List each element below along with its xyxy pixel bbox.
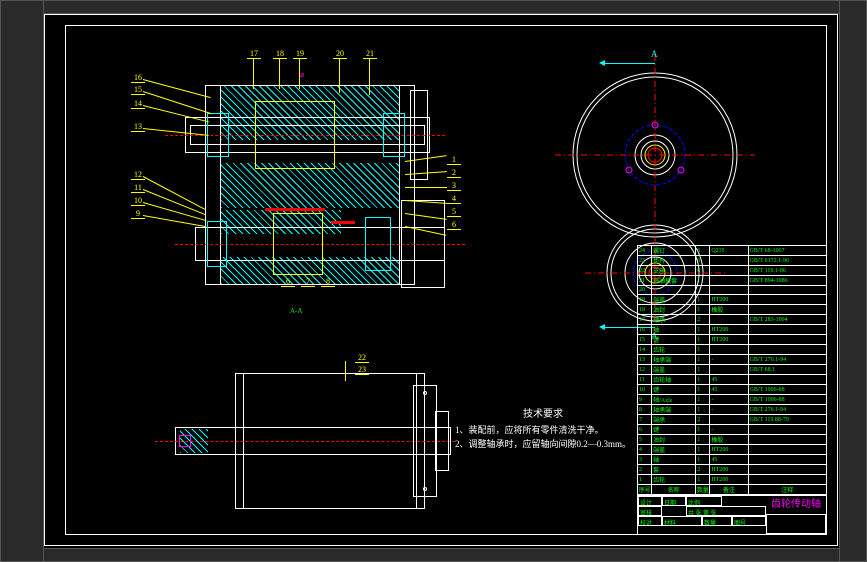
tech-req-line1: 1、装配前，应将所有零件清洗干净。 [455,424,631,438]
section-label-a-top: A [651,49,658,59]
bottom-view: 22 23 [145,355,445,525]
table-row: 7端承2GB/T 119.88-79 [638,415,827,425]
table-row: 24螺钉6Q235GB/T 68-1067 [638,246,827,256]
table-row: 9轴/Axle1-GB/T 1096-88 [638,395,827,405]
col-mat: 备注 [710,485,748,495]
table-row: 19端盖1HT200 [638,295,827,305]
table-row: 3轴145 [638,455,827,465]
dim-top: ⌀ [300,71,304,79]
drawing-title: 齿轮传动轴 [768,498,824,512]
parts-list-table: 24螺钉6Q235GB/T 68-106723垫片6GB/T 6172.1-96… [637,245,827,495]
col-no: 序号 [638,485,652,495]
table-row: 8轴承端1-GB/T 276.1-94 [638,405,827,415]
tech-req-title: 技术要求 [455,407,631,422]
view-label-main: A-A [290,307,302,315]
col-name: 名称 [652,485,696,495]
table-row: 20 [638,286,827,295]
col-qty: 数量 [696,485,710,495]
tech-req-line2: 2、调整轴承时，应留轴向间隙0.2—0.3mm。 [455,438,631,452]
table-row: 18油封1橡胶 [638,305,827,315]
table-row: 23垫片6GB/T 6172.1-96 [638,256,827,266]
table-row: 17轴承2GB/T 283-1994 [638,315,827,325]
table-row: 22支座6GB/T 119.1-86 [638,266,827,276]
table-row: 1齿轮1HT200 [638,475,827,485]
table-row: 11齿轮轴145 [638,375,827,385]
table-row: 2套2HT200 [638,465,827,475]
table-row: 21挡油板套1GB/T 894-1086 [638,276,827,286]
table-row: 14齿轮1 [638,345,827,355]
technical-requirements: 技术要求 1、装配前，应将所有零件清洗干净。 2、调整轴承时，应留轴向间隙0.2… [455,407,631,451]
table-row: 12端盖1GB/T 68.1 [638,365,827,375]
table-row: 5油封1橡胶 [638,435,827,445]
table-row: 16轴1HT200 [638,325,827,335]
table-row: 13轴承端1-GB/T 276.1-94 [638,355,827,365]
table-row: 10键145GB/T 1096-88 [638,385,827,395]
col-note: 注释 [748,485,826,495]
cad-canvas[interactable]: ⌀ A-A 16 15 14 13 12 11 10 9 17 18 19 20… [44,14,838,546]
title-block: 齿轮传动轴 设计 审核 校对 日期 比例 共 张 第 张 材料 数量 图号 [637,495,827,535]
main-section-view: ⌀ A-A [145,55,455,315]
table-row: 6键1- [638,425,827,435]
table-row: 15键1HT200 [638,335,827,345]
table-row: 4端盖1HT200 [638,445,827,455]
